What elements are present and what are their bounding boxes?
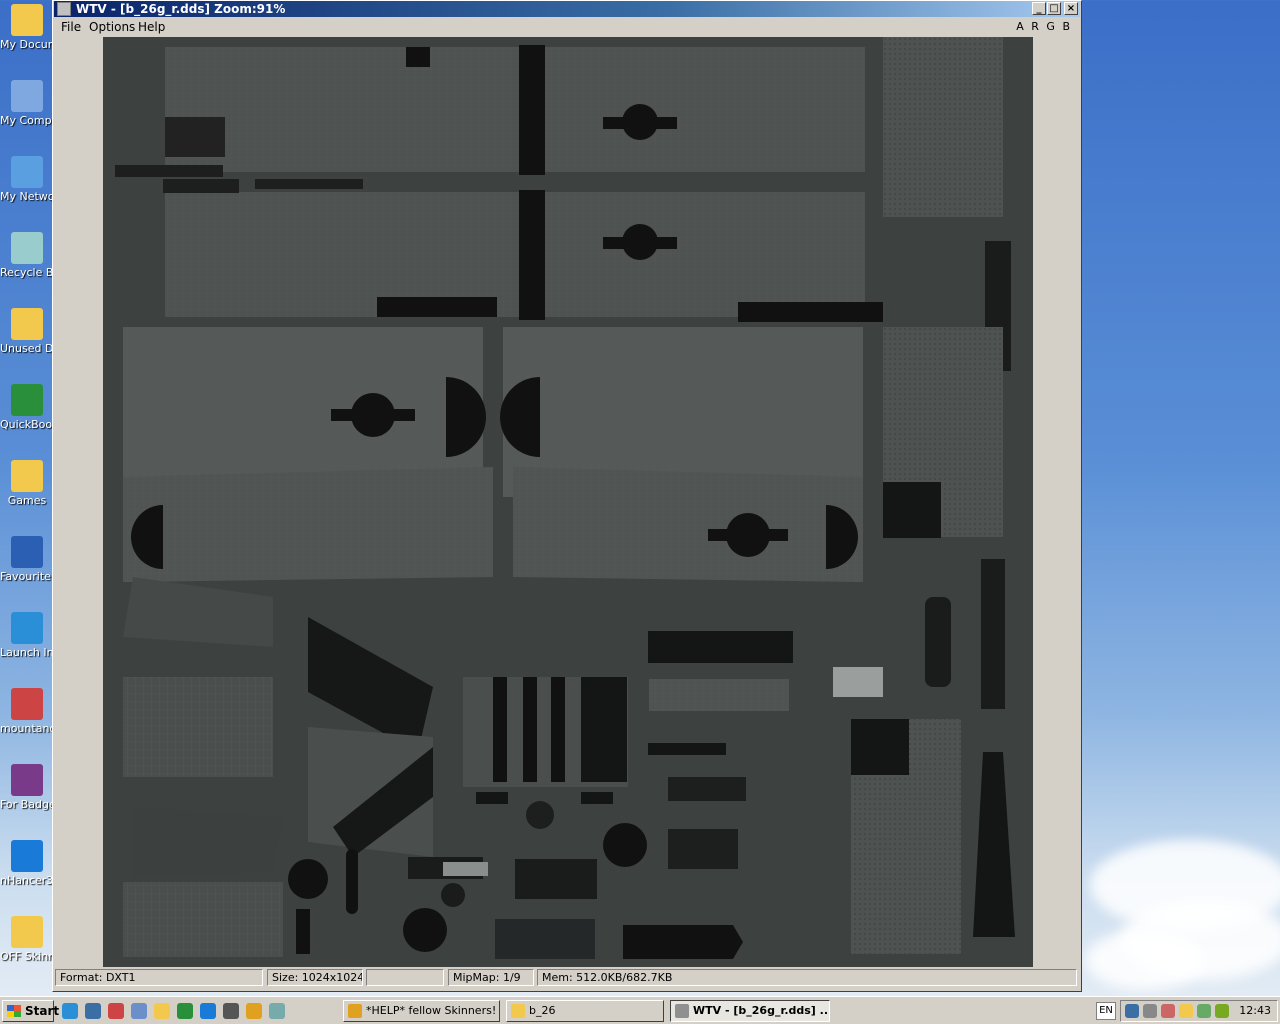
taskbar-task-button[interactable]: b_26	[506, 1000, 664, 1022]
app-icon	[57, 2, 71, 16]
close-button[interactable]: ×	[1064, 2, 1078, 15]
desktop-icon-label: QuickBoo... SimpleSta...	[0, 418, 54, 431]
task-label: *HELP* fellow Skinners! ...	[366, 1004, 500, 1017]
status-size: Size: 1024x1024	[267, 969, 363, 986]
quicklaunch-chrome-icon[interactable]	[246, 1003, 262, 1019]
desktop-icon-item[interactable]: My Compu...	[0, 80, 54, 127]
taskbar: Start *HELP* fellow Skinners! ... b_26 WTV…	[0, 996, 1280, 1024]
windows-logo-icon	[7, 1005, 21, 1017]
tray-icon-4[interactable]	[1179, 1004, 1193, 1018]
desktop-icon-item[interactable]: Unused Deskto...	[0, 308, 54, 355]
quicklaunch-messenger-icon[interactable]	[154, 1003, 170, 1019]
quicklaunch-ie-icon[interactable]	[62, 1003, 78, 1019]
status-format: Format: DXT1	[55, 969, 263, 986]
minimize-button[interactable]: _	[1032, 2, 1046, 15]
maximize-button[interactable]: □	[1047, 2, 1061, 15]
desktop-icon-item[interactable]: nHancer3...	[0, 840, 54, 887]
clock[interactable]: 12:43	[1239, 1003, 1271, 1019]
taskbar-task-button[interactable]: WTV - [b_26g_r.dds] ...	[670, 1000, 830, 1022]
desktop-icon-label: mountandb...	[0, 722, 54, 735]
desktop-icon-item[interactable]: My Docume...	[0, 4, 54, 51]
network-icon	[11, 156, 43, 188]
folder-icon	[511, 1004, 525, 1018]
quicklaunch-desktop-icon[interactable]	[131, 1003, 147, 1019]
channel-toggle-argb[interactable]: A R G B	[1016, 20, 1072, 33]
desktop-icon-item[interactable]: For Badgeboy	[0, 764, 54, 811]
title-bar[interactable]: WTV - [b_26g_r.dds] Zoom:91% _ □ ×	[54, 1, 1080, 17]
quickbooks-icon	[11, 384, 43, 416]
cloud	[1085, 930, 1205, 990]
start-button[interactable]: Start	[2, 1000, 59, 1022]
desktop-icon-item[interactable]: Games	[0, 460, 54, 507]
status-memory: Mem: 512.0KB/682.7KB	[537, 969, 1077, 986]
menu-help[interactable]: Help	[138, 20, 165, 34]
status-bar: Format: DXT1 Size: 1024x1024 MipMap: 1/9…	[55, 969, 1079, 987]
task-label: WTV - [b_26g_r.dds] ...	[693, 1004, 830, 1017]
quicklaunch-users-icon[interactable]	[269, 1003, 285, 1019]
tray-icon-5[interactable]	[1197, 1004, 1211, 1018]
task-label: b_26	[529, 1004, 556, 1017]
texture-preview-image[interactable]	[103, 37, 1033, 967]
nhancer-icon	[11, 840, 43, 872]
desktop-icon-item[interactable]: Recycle Bin	[0, 232, 54, 279]
desktop-icon-label: Launch Inter...	[0, 646, 54, 659]
viewer-area	[54, 37, 1080, 967]
desktop-icon-label: Favourite quotes	[0, 570, 54, 583]
folder-icon	[11, 308, 43, 340]
desktop-icon-item[interactable]: QuickBoo... SimpleSta...	[0, 384, 54, 431]
quicklaunch-nhancer-icon[interactable]	[200, 1003, 216, 1019]
desktop-icon-label: OFF Skinn... Bits	[0, 950, 54, 963]
menu-options[interactable]: Options	[89, 20, 135, 34]
desktop-icon-label: Unused Deskto...	[0, 342, 54, 355]
menu-bar: File Options Help A R G B	[54, 18, 1080, 36]
desktop-icon-item[interactable]: OFF Skinn... Bits	[0, 916, 54, 963]
installer-icon	[11, 688, 43, 720]
taskbar-task-button[interactable]: *HELP* fellow Skinners! ...	[343, 1000, 500, 1022]
winrar-archive-icon	[11, 764, 43, 796]
folder-icon	[11, 4, 43, 36]
window-title: WTV - [b_26g_r.dds] Zoom:91%	[76, 2, 286, 16]
desktop-icon-label: For Badgeboy	[0, 798, 54, 811]
nvidia-icon[interactable]	[1215, 1004, 1229, 1018]
start-label: Start	[25, 1004, 60, 1018]
status-mipmap: MipMap: 1/9	[448, 969, 534, 986]
quicklaunch-player-icon[interactable]	[108, 1003, 124, 1019]
tray-icon-1[interactable]	[1125, 1004, 1139, 1018]
desktop-icon-item[interactable]: My Netwo... Places	[0, 156, 54, 203]
word-document-icon	[11, 536, 43, 568]
desktop-icon-label: nHancer3...	[0, 874, 54, 887]
language-indicator[interactable]: EN	[1096, 1002, 1116, 1020]
quicklaunch-app-icon[interactable]	[223, 1003, 239, 1019]
status-blank	[366, 969, 444, 986]
recycle-bin-icon	[11, 232, 43, 264]
desktop-icon-label: My Compu...	[0, 114, 54, 127]
menu-file[interactable]: File	[61, 20, 81, 34]
quicklaunch-network-icon[interactable]	[177, 1003, 193, 1019]
desktop-icon-label: My Docume...	[0, 38, 54, 51]
system-tray: 12:43	[1120, 1000, 1278, 1022]
tray-icon-2[interactable]	[1143, 1004, 1157, 1018]
desktop-icon-label: My Netwo... Places	[0, 190, 54, 203]
folder-icon	[11, 916, 43, 948]
desktop-icon-label: Recycle Bin	[0, 266, 54, 279]
volume-icon[interactable]	[1161, 1004, 1175, 1018]
chrome-icon	[348, 1004, 362, 1018]
desktop-icon-item[interactable]: mountandb...	[0, 688, 54, 735]
aircraft-texture-map	[115, 37, 1015, 959]
desktop-icon-item[interactable]: Favourite quotes	[0, 536, 54, 583]
wtv-window: WTV - [b_26g_r.dds] Zoom:91% _ □ × File …	[52, 0, 1082, 992]
internet-explorer-icon	[11, 612, 43, 644]
computer-icon	[11, 80, 43, 112]
folder-icon	[11, 460, 43, 492]
desktop-icon-item[interactable]: Launch Inter...	[0, 612, 54, 659]
quicklaunch-media-icon[interactable]	[85, 1003, 101, 1019]
wtv-app-icon	[675, 1004, 689, 1018]
desktop-icon-label: Games	[7, 494, 47, 507]
